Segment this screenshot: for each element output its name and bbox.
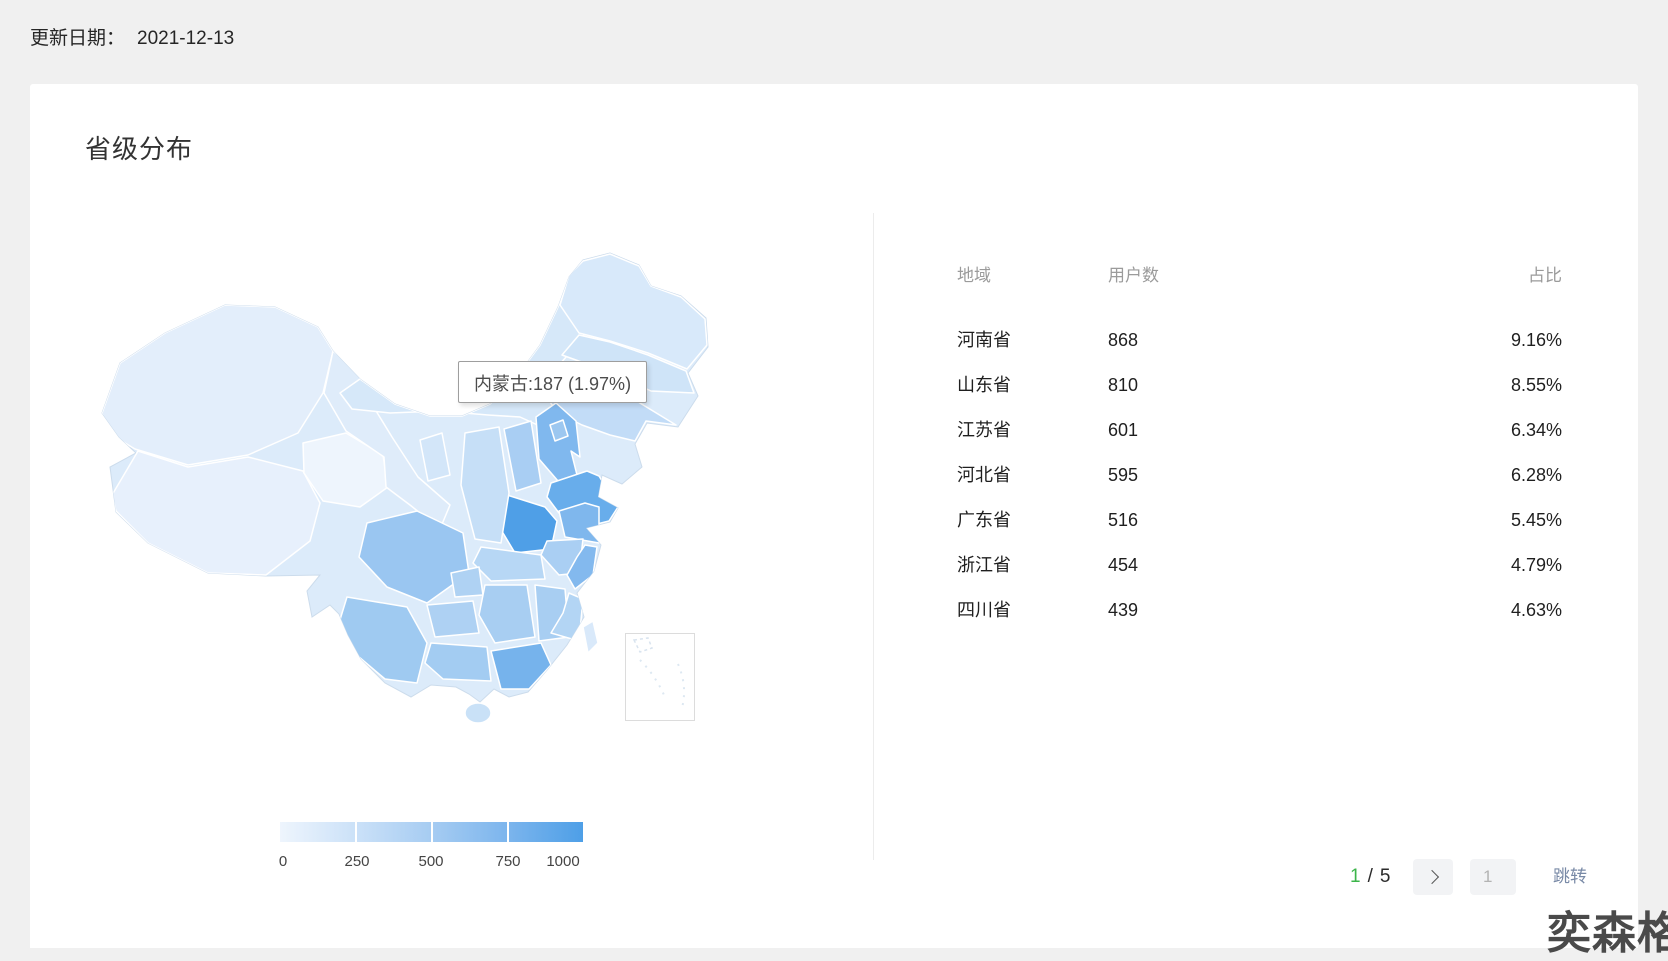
map-tooltip: 内蒙古:187 (1.97%) <box>458 361 647 403</box>
table-row: 河南省 868 9.16% <box>957 318 1562 363</box>
south-china-sea-islands <box>626 634 694 720</box>
table-row: 四川省 439 4.63% <box>957 588 1562 633</box>
page-title: 省级分布 <box>85 129 193 166</box>
cell-region: 广东省 <box>957 498 1108 543</box>
cell-region: 山东省 <box>957 363 1108 408</box>
legend-separator <box>355 822 357 842</box>
province-jiangsu[interactable] <box>559 503 599 543</box>
cell-users: 516 <box>1108 498 1422 543</box>
page-separator: / <box>1368 866 1373 887</box>
cell-users: 595 <box>1108 453 1422 498</box>
col-header-users: 用户数 <box>1108 261 1422 291</box>
current-page: 1 <box>1350 866 1361 887</box>
province-guangdong[interactable] <box>491 643 551 689</box>
cell-users: 601 <box>1108 408 1422 453</box>
distribution-card: 省级分布 <box>30 84 1638 948</box>
next-page-button[interactable] <box>1413 859 1453 895</box>
page-indicator: 1 / 5 <box>1350 859 1390 895</box>
cell-pct: 5.45% <box>1422 498 1562 543</box>
total-pages: 5 <box>1380 866 1391 887</box>
cell-region: 河北省 <box>957 453 1108 498</box>
jump-button[interactable]: 跳转 <box>1553 859 1587 895</box>
cell-region: 河南省 <box>957 318 1108 363</box>
province-taiwan[interactable] <box>583 621 598 653</box>
cell-users: 439 <box>1108 588 1422 633</box>
watermark: 奕森格 <box>1547 897 1668 961</box>
cell-users: 454 <box>1108 543 1422 588</box>
cell-pct: 6.34% <box>1422 408 1562 453</box>
chevron-right-icon <box>1424 870 1438 884</box>
map-legend-gradient <box>280 822 583 842</box>
province-chongqing[interactable] <box>451 567 483 597</box>
legend-separator <box>507 822 509 842</box>
cell-pct: 4.79% <box>1422 543 1562 588</box>
cell-users: 810 <box>1108 363 1422 408</box>
table-row: 河北省 595 6.28% <box>957 453 1562 498</box>
cell-region: 江苏省 <box>957 408 1108 453</box>
province-guizhou[interactable] <box>427 601 479 637</box>
update-date-label: 更新日期： <box>30 28 125 49</box>
cell-region: 浙江省 <box>957 543 1108 588</box>
cell-pct: 4.63% <box>1422 588 1562 633</box>
map-tooltip-text: 内蒙古:187 (1.97%) <box>474 374 631 394</box>
col-header-region: 地域 <box>957 261 1108 291</box>
page-input[interactable] <box>1470 859 1516 895</box>
cell-pct: 9.16% <box>1422 318 1562 363</box>
province-tibet[interactable] <box>112 451 320 575</box>
table-row: 山东省 810 8.55% <box>957 363 1562 408</box>
table-row: 广东省 516 5.45% <box>957 498 1562 543</box>
cell-region: 四川省 <box>957 588 1108 633</box>
legend-separator <box>431 822 433 842</box>
south-china-sea-inset <box>625 633 695 721</box>
table-row: 浙江省 454 4.79% <box>957 543 1562 588</box>
province-hainan[interactable] <box>465 703 491 723</box>
pagination: 1 / 5 跳转 <box>30 859 1638 895</box>
update-date-bar: 更新日期： 2021-12-13 <box>30 26 234 52</box>
cell-pct: 8.55% <box>1422 363 1562 408</box>
panel-divider <box>873 213 874 860</box>
cell-pct: 6.28% <box>1422 453 1562 498</box>
table-row: 江苏省 601 6.34% <box>957 408 1562 453</box>
table-header-row: 地域 用户数 占比 <box>957 261 1562 291</box>
col-header-pct: 占比 <box>1422 261 1562 291</box>
cell-users: 868 <box>1108 318 1422 363</box>
update-date-value: 2021-12-13 <box>137 28 234 49</box>
region-table: 地域 用户数 占比 河南省 868 9.16% 山东省 810 8.55% 江苏… <box>957 261 1562 633</box>
